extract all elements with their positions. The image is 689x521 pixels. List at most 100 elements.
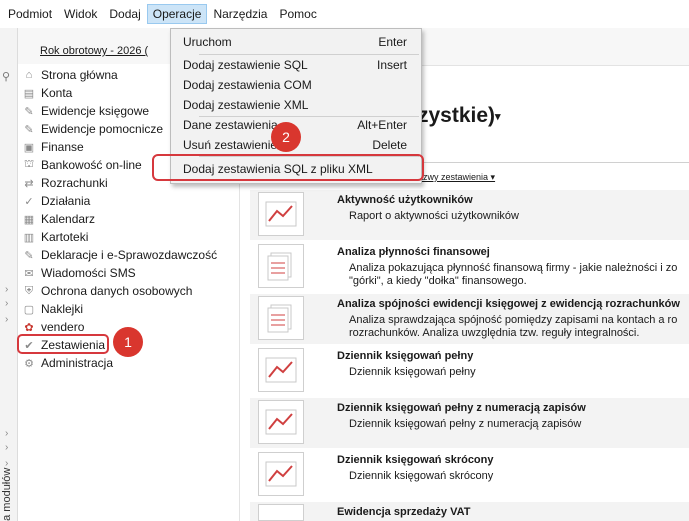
actions-icon: ✓ (24, 195, 34, 208)
menu-operacje[interactable]: Operacje (146, 4, 208, 24)
sidebar-item-ewidencje-ksiegowe[interactable]: ✎ Ewidencje księgowe (22, 102, 149, 120)
chevron-right-icon[interactable]: › (5, 284, 8, 295)
sidebar-item-rozrachunki[interactable]: ⇄ Rozrachunki (22, 174, 108, 192)
vendero-icon: ✿ (24, 321, 34, 334)
sidebar-item-kartoteki[interactable]: ▥ Kartoteki (22, 228, 89, 246)
finance-icon: ▣ (23, 141, 35, 154)
chevron-right-icon[interactable]: › (5, 314, 8, 325)
report-description: Dziennik księgowań pełny z numeracją zap… (349, 418, 582, 430)
highlight-box-menu-item (152, 154, 424, 181)
menu-item-dodaj-zestawienia-com[interactable]: Dodaj zestawienia COM (171, 75, 421, 95)
menu-narzedzia[interactable]: Narzędzia (207, 4, 273, 24)
report-title: Aktywność użytkowników (337, 194, 473, 206)
sidebar-item-ochrona-danych[interactable]: ⛨ Ochrona danych osobowych (22, 282, 193, 300)
chevron-down-icon: ▾ (495, 110, 501, 123)
sidebar-item-kalendarz[interactable]: ▦ Kalendarz (22, 210, 95, 228)
sidebar-item-wiadomosci-sms[interactable]: ✉ Wiadomości SMS (22, 264, 136, 282)
sidebar-item-label: Ewidencje pomocnicze (41, 122, 164, 136)
menu-item-label: Uruchom (183, 35, 232, 49)
chart-icon (258, 348, 304, 392)
sidebar-item-label: Administracja (41, 356, 114, 370)
menu-item-shortcut: Delete (372, 138, 407, 152)
sidebar-item-administracja[interactable]: ⚙ Administracja (22, 354, 113, 372)
document-stack-icon (258, 244, 304, 288)
sidebar-item-label: Kalendarz (41, 212, 96, 226)
house-icon: ⌂ (25, 69, 33, 81)
step-badge-1: 1 (113, 327, 143, 357)
menu-item-label: Dodaj zestawienie SQL (183, 58, 308, 72)
menu-item-dodaj-zestawienie-sql[interactable]: Dodaj zestawienie SQL Insert (171, 55, 421, 75)
ledger-icon: ✎ (24, 105, 34, 118)
sidebar-item-label: vendero (41, 320, 85, 334)
sidebar-item-label: Finanse (41, 140, 84, 154)
sidebar-item-strona-glowna[interactable]: ⌂ Strona główna (22, 66, 118, 84)
heading-text: zystkie) (418, 104, 496, 127)
reports-filter-heading[interactable]: zystkie)▾ (418, 104, 501, 128)
menu-item-dodaj-zestawienie-xml[interactable]: Dodaj zestawienie XML (171, 95, 421, 115)
sms-icon: ✉ (24, 267, 34, 280)
report-row[interactable]: Aktywność użytkowników Raport o aktywnoś… (250, 190, 689, 240)
fiscal-year-selector[interactable]: Rok obrotowy - 2026 ( (40, 45, 148, 57)
menu-item-shortcut: Enter (378, 35, 407, 49)
chart-icon (258, 192, 304, 236)
menu-item-shortcut: Alt+Enter (357, 118, 407, 132)
step-badge-2: 2 (271, 122, 301, 152)
sidebar-item-label: Ochrona danych osobowych (41, 284, 193, 298)
report-row[interactable]: Dziennik księgowań pełny z numeracją zap… (250, 398, 689, 448)
admin-icon: ⚙ (24, 357, 34, 370)
menu-dodaj[interactable]: Dodaj (103, 4, 146, 24)
menu-item-label: Dodaj zestawienia COM (183, 78, 312, 92)
sidebar-item-deklaracje[interactable]: ✎ Deklaracje i e-Sprawozdawczość (22, 246, 217, 264)
report-title: Analiza płynności finansowej (337, 246, 490, 258)
chart-icon (258, 400, 304, 444)
report-row[interactable]: Analiza płynności finansowej Analiza pok… (250, 242, 689, 292)
menu-item-uruchom[interactable]: Uruchom Enter (171, 32, 421, 52)
accounts-icon: ▤ (23, 87, 35, 100)
sidebar-item-label: Bankowość on-line (41, 158, 142, 172)
sidebar-item-finanse[interactable]: ▣ Finanse (22, 138, 84, 156)
settlements-icon: ⇄ (24, 177, 34, 190)
report-row[interactable]: Dziennik księgowań pełny Dziennik księgo… (250, 346, 689, 396)
files-icon: ▥ (23, 231, 35, 244)
report-title: Ewidencja sprzedaży VAT (337, 506, 471, 518)
report-row[interactable]: Ewidencja sprzedaży VAT (250, 502, 689, 521)
menu-pomoc[interactable]: Pomoc (273, 4, 322, 24)
sidebar-item-label: Deklaracje i e-Sprawozdawczość (41, 248, 218, 262)
ledger-aux-icon: ✎ (24, 123, 34, 136)
sidebar-item-label: Rozrachunki (41, 176, 108, 190)
sidebar-item-label: Wiadomości SMS (41, 266, 136, 280)
report-description: Dziennik księgowań skrócony (349, 470, 494, 482)
bank-icon: ⛫ (23, 158, 35, 170)
sidebar-item-bankowosc[interactable]: ⛫ Bankowość on-line (22, 156, 142, 174)
menu-item-label: Dodaj zestawienie XML (183, 98, 309, 112)
sidebar-item-label: Działania (41, 194, 91, 208)
menu-item-label: Dane zestawienia (183, 118, 278, 132)
modules-list-label: Lista modułów (1, 467, 13, 521)
report-title: Dziennik księgowań skrócony (337, 454, 494, 466)
menu-bar: Podmiot Widok Dodaj Operacje Narzędzia P… (0, 0, 689, 28)
sidebar-item-naklejki[interactable]: ▢ Naklejki (22, 300, 83, 318)
sidebar-item-label: Ewidencje księgowe (41, 104, 150, 118)
document-stack-icon (258, 296, 304, 340)
sidebar-item-konta[interactable]: ▤ Konta (22, 84, 73, 102)
report-title: Dziennik księgowań pełny z numeracją zap… (337, 402, 586, 414)
pin-icon[interactable]: ⚲ (2, 70, 10, 83)
report-row[interactable]: Dziennik księgowań skrócony Dziennik ksi… (250, 450, 689, 500)
highlight-box-sidebar-item (17, 334, 109, 354)
sidebar-item-dzialania[interactable]: ✓ Działania (22, 192, 90, 210)
sidebar-item-ewidencje-pomocnicze[interactable]: ✎ Ewidencje pomocnicze (22, 120, 163, 138)
menu-item-shortcut: Insert (376, 58, 407, 72)
menu-widok[interactable]: Widok (58, 4, 103, 24)
report-title: Analiza spójności ewidencji księgowej z … (337, 298, 680, 310)
menu-podmiot[interactable]: Podmiot (2, 4, 58, 24)
report-description: Dziennik księgowań pełny (349, 366, 476, 378)
privacy-icon: ⛨ (24, 284, 34, 297)
report-row[interactable]: Analiza spójności ewidencji księgowej z … (250, 294, 689, 344)
chart-icon (258, 452, 304, 496)
sticker-icon: ▢ (23, 303, 35, 316)
declarations-icon: ✎ (24, 249, 34, 262)
report-title: Dziennik księgowań pełny (337, 350, 474, 362)
sidebar-item-label: Kartoteki (41, 230, 89, 244)
sidebar-item-label: Strona główna (41, 68, 118, 82)
chevron-right-icon[interactable]: › (5, 298, 8, 309)
